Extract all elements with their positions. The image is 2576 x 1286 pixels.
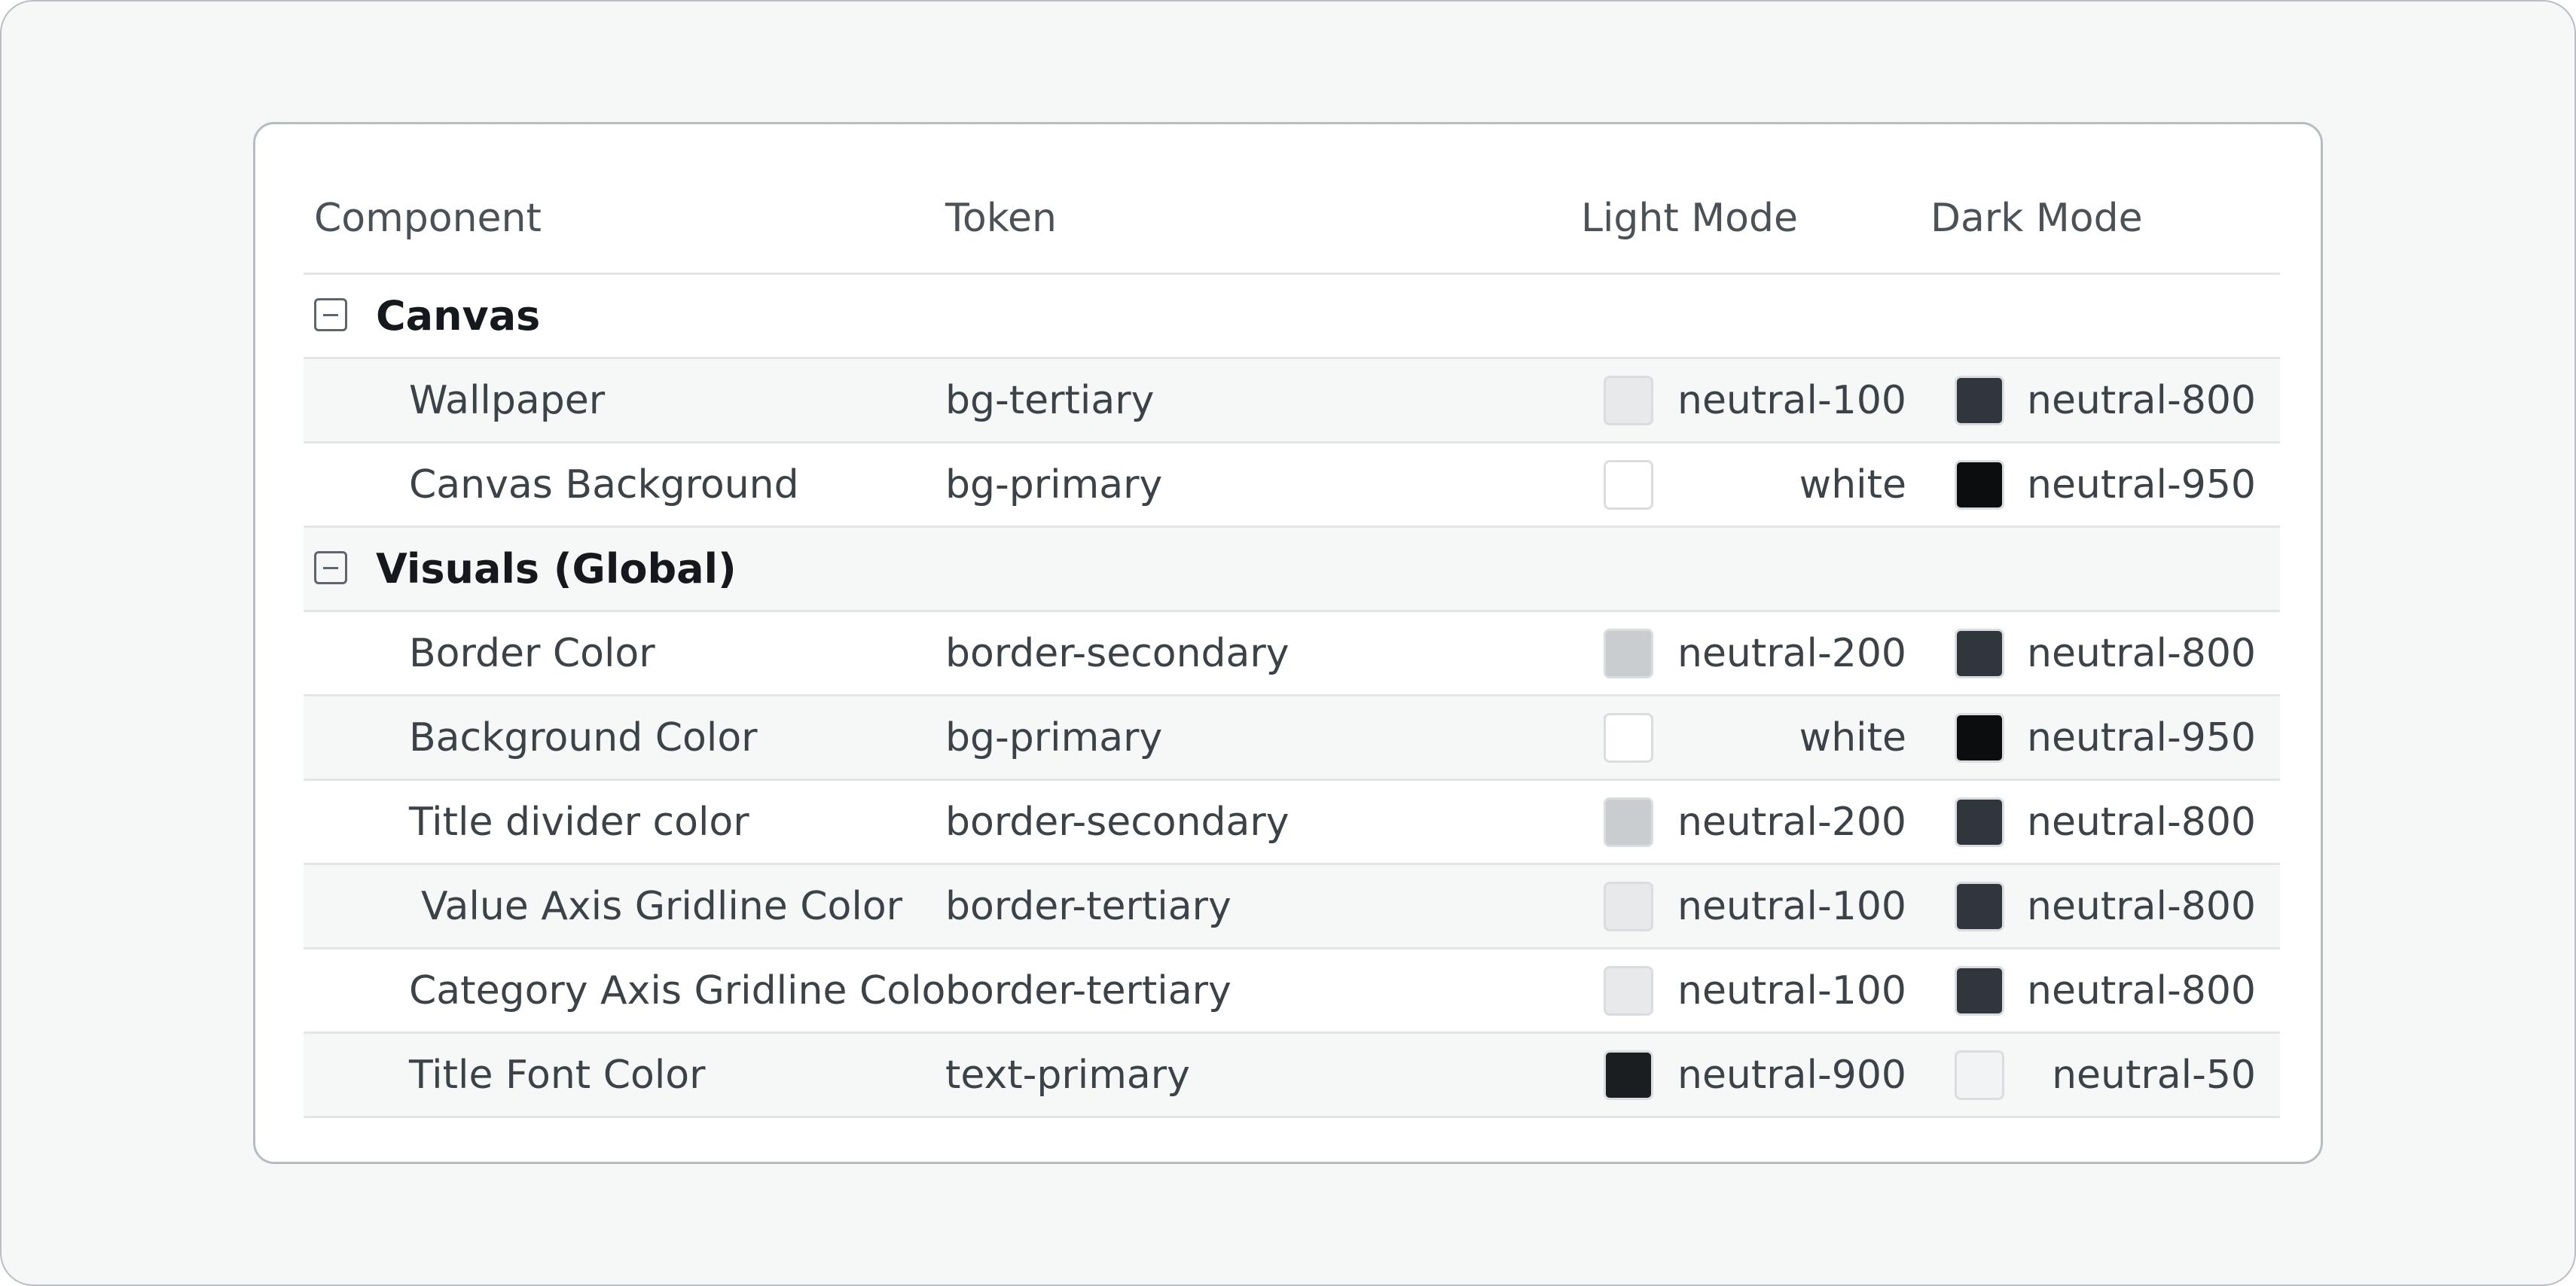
table-row[interactable]: Title divider color border-secondary neu…: [304, 781, 2280, 865]
component-name: Border Color: [409, 630, 655, 676]
dark-value: neutral-800: [2026, 630, 2256, 676]
light-value: white: [1799, 462, 1906, 507]
table-row[interactable]: Category Axis Gridline Color border-tert…: [304, 949, 2280, 1034]
group-row-visuals-global[interactable]: Visuals (Global): [304, 528, 2280, 612]
group-row-canvas[interactable]: Canvas: [304, 275, 2280, 359]
dark-swatch: [1955, 712, 2004, 763]
component-name: Background Color: [409, 715, 758, 760]
dark-value: neutral-800: [2026, 799, 2256, 845]
light-swatch: [1604, 1050, 1653, 1100]
wallpaper: Component Token Light Mode Dark Mode Can…: [0, 0, 2576, 1286]
light-value: neutral-100: [1677, 968, 1906, 1013]
token-name: border-secondary: [945, 630, 1290, 676]
header-dark-mode[interactable]: Dark Mode: [1930, 124, 2143, 273]
token-name: bg-primary: [945, 462, 1163, 507]
table-row[interactable]: Border Color border-secondary neutral-20…: [304, 612, 2280, 696]
token-table-card: Component Token Light Mode Dark Mode Can…: [253, 122, 2323, 1164]
light-value: neutral-100: [1677, 377, 1906, 423]
table-row[interactable]: Background Color bg-primary white neutra…: [304, 696, 2280, 781]
token-name: border-secondary: [945, 799, 1290, 845]
token-name: text-primary: [945, 1052, 1190, 1098]
component-name: Category Axis Gridline Color: [409, 968, 962, 1013]
dark-value: neutral-50: [2052, 1052, 2256, 1098]
collapse-icon[interactable]: [314, 297, 347, 331]
token-name: border-tertiary: [945, 883, 1232, 929]
light-value: neutral-100: [1677, 883, 1906, 929]
header-component[interactable]: Component: [314, 124, 542, 273]
dark-value: neutral-800: [2026, 377, 2256, 423]
token-table: Component Token Light Mode Dark Mode Can…: [304, 124, 2280, 1118]
light-value: neutral-200: [1677, 799, 1906, 845]
dark-swatch: [1955, 459, 2004, 510]
dark-value: neutral-950: [2026, 715, 2256, 760]
dark-value: neutral-800: [2026, 883, 2256, 929]
dark-swatch: [1955, 628, 2004, 678]
light-value: white: [1799, 715, 1906, 760]
component-name: Title divider color: [409, 799, 749, 845]
component-name: Canvas Background: [409, 462, 799, 507]
component-name: Wallpaper: [409, 377, 606, 423]
collapse-icon[interactable]: [314, 550, 347, 584]
token-name: border-tertiary: [945, 968, 1232, 1013]
light-swatch: [1604, 797, 1653, 847]
dark-swatch: [1955, 881, 2004, 931]
table-header: Component Token Light Mode Dark Mode: [304, 124, 2280, 275]
table-row[interactable]: Canvas Background bg-primary white neutr…: [304, 443, 2280, 528]
dark-value: neutral-800: [2026, 968, 2256, 1013]
component-name: Value Axis Gridline Color: [421, 883, 903, 929]
token-name: bg-primary: [945, 715, 1163, 760]
dark-swatch: [1955, 965, 2004, 1016]
component-name: Title Font Color: [409, 1052, 706, 1098]
table-row[interactable]: Value Axis Gridline Color border-tertiar…: [304, 865, 2280, 949]
header-token[interactable]: Token: [945, 124, 1057, 273]
dark-swatch: [1955, 1050, 2004, 1100]
light-swatch: [1604, 628, 1653, 678]
light-value: neutral-900: [1677, 1052, 1906, 1098]
table-row[interactable]: Title Font Color text-primary neutral-90…: [304, 1034, 2280, 1118]
group-title: Canvas: [376, 292, 541, 340]
dark-swatch: [1955, 375, 2004, 425]
light-swatch: [1604, 375, 1653, 425]
light-swatch: [1604, 459, 1653, 510]
header-light-mode[interactable]: Light Mode: [1581, 124, 1798, 273]
light-swatch: [1604, 881, 1653, 931]
token-name: bg-tertiary: [945, 377, 1155, 423]
dark-value: neutral-950: [2026, 462, 2256, 507]
dark-swatch: [1955, 797, 2004, 847]
light-swatch: [1604, 712, 1653, 763]
group-title: Visuals (Global): [376, 545, 737, 593]
table-row[interactable]: Wallpaper bg-tertiary neutral-100 neutra…: [304, 359, 2280, 443]
light-swatch: [1604, 965, 1653, 1016]
light-value: neutral-200: [1677, 630, 1906, 676]
